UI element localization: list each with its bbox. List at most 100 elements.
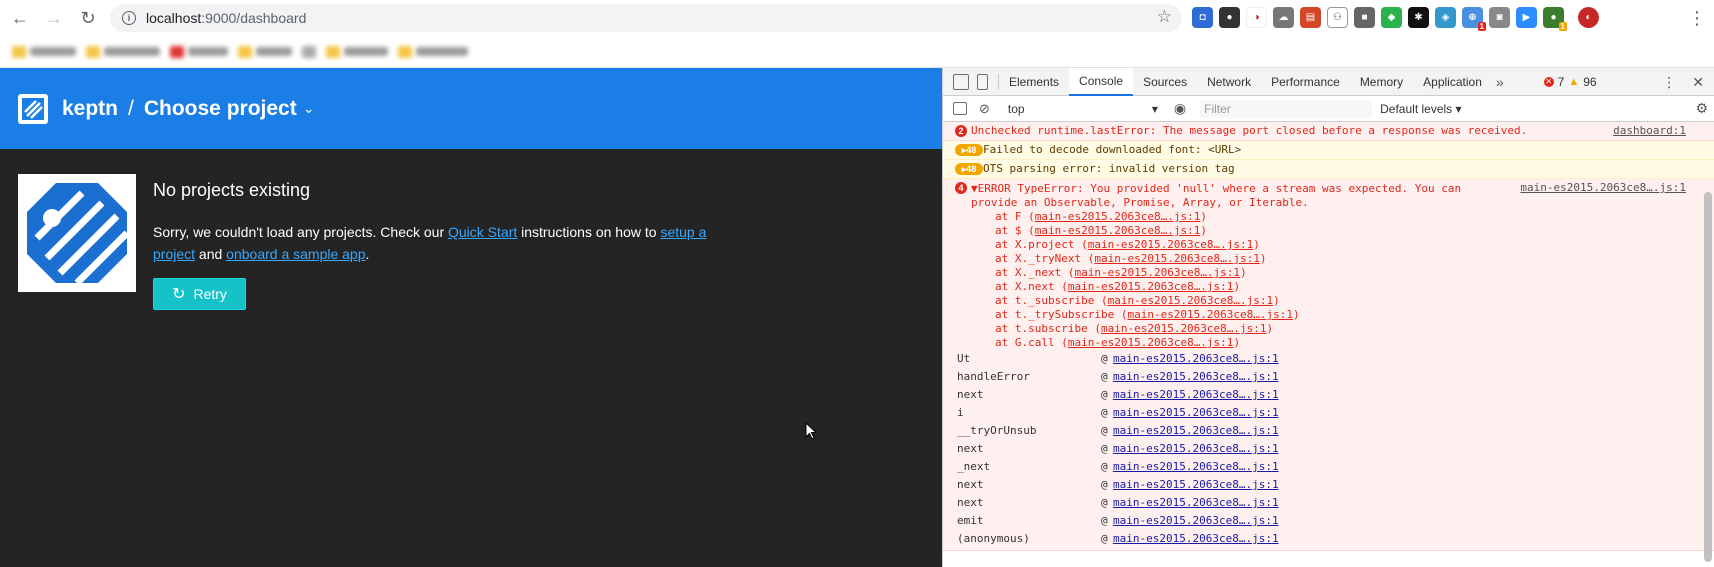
source-link[interactable]: main-es2015.2063ce8….js:1 — [1113, 442, 1279, 456]
translate-extension-icon[interactable]: ⊕ 1 — [1462, 7, 1486, 31]
call-stack-row: __tryOrUnsub @ main-es2015.2063ce8….js:1 — [951, 422, 1464, 440]
color-extension-icon[interactable]: ◈ — [1435, 7, 1456, 28]
reload-icon[interactable]: ↻ — [74, 4, 102, 32]
red-extension-icon[interactable]: ◑ — [1246, 7, 1267, 28]
source-link[interactable]: main-es2015.2063ce8….js:1 — [1113, 478, 1279, 492]
bookmark-folder[interactable] — [86, 45, 160, 58]
bookmark-folder[interactable] — [238, 45, 292, 58]
site-info-icon[interactable]: i — [122, 11, 136, 25]
stack-frame-text: at X.next ( — [995, 280, 1068, 293]
log-levels-dropdown[interactable]: Default levels ▾ — [1380, 102, 1461, 116]
function-name: emit — [957, 514, 984, 527]
stack-frame-text: at X._next ( — [995, 266, 1075, 279]
chevron-down-icon[interactable]: ⌄ — [303, 100, 315, 117]
project-selector[interactable]: Choose project — [144, 97, 297, 121]
stack-frame: at X._next (main-es2015.2063ce8….js:1) — [995, 266, 1464, 280]
async-stack: Ut @ main-es2015.2063ce8….js:1 handleError @… — [951, 350, 1464, 548]
stack-frame-link[interactable]: main-es2015.2063ce8….js:1 — [1068, 336, 1234, 349]
spy-extension-icon[interactable]: ● — [1219, 7, 1240, 28]
stack-frame-link[interactable]: main-es2015.2063ce8….js:1 — [1094, 252, 1260, 265]
devtools-menu-icon[interactable]: ⋮ — [1662, 74, 1676, 91]
brand-name[interactable]: keptn — [62, 97, 118, 121]
status-extension-icon[interactable]: ● 1 — [1543, 7, 1567, 31]
console-settings-gear-icon[interactable]: ⚙ — [1695, 100, 1708, 117]
tab-sources[interactable]: Sources — [1133, 68, 1197, 96]
bookmark-folder[interactable] — [326, 45, 388, 58]
message-text[interactable]: ▼ERROR TypeError: You provided 'null' wh… — [971, 182, 1464, 210]
inspect-element-icon[interactable] — [953, 73, 969, 90]
address-bar[interactable]: i localhost:9000/dashboard ☆ — [110, 4, 1182, 32]
browser-menu-icon[interactable]: ⋮ — [1688, 8, 1706, 29]
context-selector[interactable]: top ▾ — [1008, 102, 1158, 116]
eye-icon[interactable]: ◉ — [1174, 100, 1186, 117]
pdf-extension-icon[interactable]: ▤ — [1300, 7, 1321, 28]
bookmark-folder[interactable] — [170, 45, 228, 58]
app-header: keptn / Choose project ⌄ — [0, 68, 942, 149]
close-icon[interactable]: ✕ — [1692, 74, 1704, 91]
more-tabs-icon[interactable]: » — [1496, 74, 1504, 90]
source-link[interactable]: main-es2015.2063ce8….js:1 — [1113, 514, 1279, 528]
bookmark-folder[interactable] — [12, 45, 76, 58]
stack-frame-text: ) — [1240, 266, 1247, 279]
source-link[interactable]: main-es2015.2063ce8….js:1 — [1113, 496, 1279, 510]
quick-start-link[interactable]: Quick Start — [448, 224, 517, 240]
tab-console[interactable]: Console — [1069, 67, 1134, 96]
stack-frame-link[interactable]: main-es2015.2063ce8….js:1 — [1127, 308, 1293, 321]
back-arrow-icon[interactable]: ← — [6, 4, 34, 32]
zoom-extension-icon[interactable]: ▶ — [1516, 7, 1537, 28]
sidebar-toggle-icon[interactable] — [953, 102, 967, 115]
console-toolbar: ⊘ top ▾ ◉ Filter Default levels ▾ ⚙ — [943, 96, 1714, 122]
tab-network[interactable]: Network — [1197, 68, 1261, 96]
source-link[interactable]: main-es2015.2063ce8….js:1 — [1113, 388, 1279, 402]
forward-arrow-icon[interactable]: → — [40, 4, 68, 32]
source-link[interactable]: main-es2015.2063ce8….js:1 — [1113, 406, 1279, 420]
bookmark-folder[interactable] — [398, 45, 468, 58]
keptn-logo-icon[interactable] — [18, 93, 48, 124]
code-extension-icon[interactable]: ⚇ — [1327, 7, 1348, 28]
url-host: localhost — [146, 10, 202, 26]
grey-extension-icon[interactable]: ■ — [1354, 7, 1375, 28]
at-symbol: @ — [1101, 352, 1108, 365]
green-extension-icon[interactable]: ◆ — [1381, 7, 1402, 28]
source-link[interactable]: main-es2015.2063ce8….js:1 — [1113, 370, 1279, 384]
clear-console-icon[interactable]: ⊘ — [979, 101, 990, 117]
filter-input[interactable]: Filter — [1200, 99, 1373, 118]
issue-counts[interactable]: ✕ 7 ▲ 96 — [1543, 75, 1597, 89]
retry-button[interactable]: ↻ Retry — [153, 278, 246, 310]
source-link[interactable]: main-es2015.2063ce8….js:1 — [1113, 352, 1279, 366]
url-text[interactable]: localhost:9000/dashboard — [146, 10, 306, 26]
source-link[interactable]: main-es2015.2063ce8….js:1 — [1113, 460, 1279, 474]
source-link[interactable]: main-es2015.2063ce8….js:1 — [1520, 181, 1686, 195]
stack-frame-link[interactable]: main-es2015.2063ce8….js:1 — [1108, 294, 1274, 307]
bookmark-folder[interactable] — [302, 45, 316, 58]
cloud-extension-icon[interactable]: ☁ — [1273, 7, 1294, 28]
tab-elements[interactable]: Elements — [999, 68, 1069, 96]
tab-application[interactable]: Application — [1413, 68, 1492, 96]
extension-badge-1: 1 — [1477, 22, 1486, 31]
tentacle-extension-icon[interactable]: ✱ — [1408, 7, 1429, 28]
console-scrollbar[interactable] — [1704, 192, 1712, 562]
console-output[interactable]: 2 Unchecked runtime.lastError: The messa… — [943, 122, 1714, 551]
function-name: Ut — [957, 352, 971, 365]
tab-performance[interactable]: Performance — [1261, 68, 1350, 96]
extension-icons: ◘ ● ◑ ☁ ▤ ⚇ ■ ◆ ✱ ◈ ⊕ 1 ◙ ▶ ● 1 ◐ — [1192, 7, 1599, 31]
tab-memory[interactable]: Memory — [1350, 68, 1413, 96]
device-toolbar-icon[interactable] — [977, 73, 988, 90]
bookmark-star-icon[interactable]: ☆ — [1157, 7, 1172, 27]
at-symbol: @ — [1101, 388, 1108, 401]
stack-frame-link[interactable]: main-es2015.2063ce8….js:1 — [1074, 266, 1240, 279]
stack-frame-link[interactable]: main-es2015.2063ce8….js:1 — [1035, 224, 1201, 237]
bookmarks-bar — [0, 36, 1714, 68]
onboard-sample-link[interactable]: onboard a sample app — [226, 246, 365, 262]
camera-extension-icon[interactable]: ◙ — [1489, 7, 1510, 28]
source-link[interactable]: main-es2015.2063ce8….js:1 — [1113, 532, 1279, 546]
source-link[interactable]: dashboard:1 — [1613, 124, 1686, 138]
stack-frame-link[interactable]: main-es2015.2063ce8….js:1 — [1068, 280, 1234, 293]
stack-frame-link[interactable]: main-es2015.2063ce8….js:1 — [1035, 210, 1201, 223]
stack-frame-link[interactable]: main-es2015.2063ce8….js:1 — [1101, 322, 1267, 335]
profile-avatar[interactable]: ◐ — [1578, 7, 1599, 28]
message-text: Failed to decode downloaded font: <URL> — [983, 143, 1242, 156]
source-link[interactable]: main-es2015.2063ce8….js:1 — [1113, 424, 1279, 438]
bitwarden-icon[interactable]: ◘ — [1192, 7, 1213, 28]
stack-frame-link[interactable]: main-es2015.2063ce8….js:1 — [1088, 238, 1254, 251]
